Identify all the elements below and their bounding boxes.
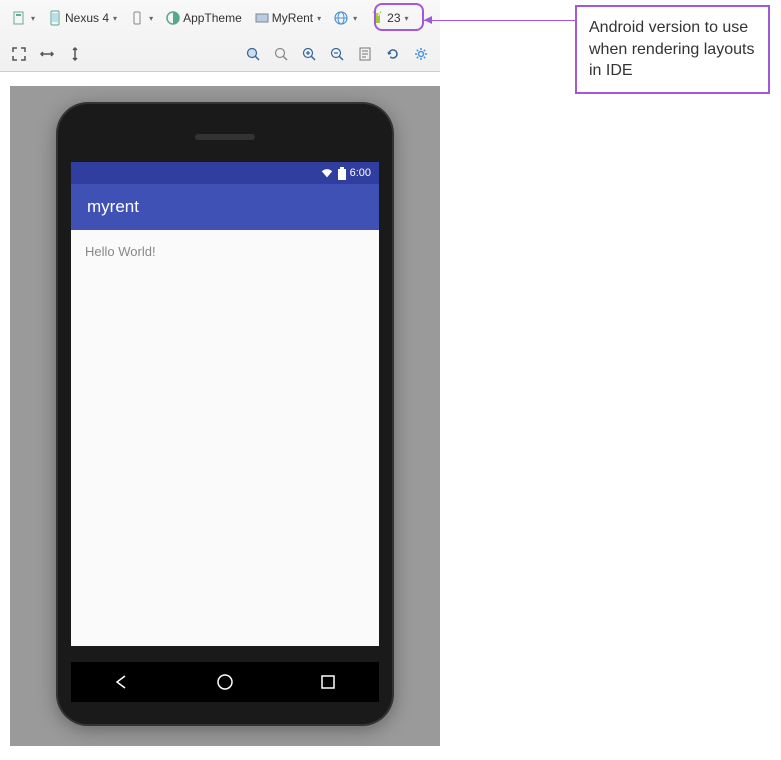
nav-back-button[interactable] <box>110 670 134 694</box>
zoom-fit-button[interactable] <box>6 41 32 67</box>
app-content-area: Hello World! <box>71 230 379 273</box>
gear-icon <box>413 46 429 62</box>
android-icon <box>369 10 385 26</box>
activity-label: MyRent <box>272 11 313 25</box>
api-version-selector[interactable]: 23 ▾ <box>364 5 413 31</box>
activity-icon <box>254 10 270 26</box>
locale-selector[interactable]: ▾ <box>328 5 362 31</box>
app-action-bar: myrent <box>71 184 379 230</box>
document-lines-icon <box>357 46 373 62</box>
phone-icon <box>47 10 63 26</box>
chevron-down-icon: ▾ <box>113 14 117 23</box>
refresh-icon <box>385 46 401 62</box>
chevron-down-icon: ▾ <box>149 14 153 23</box>
callout-text: Android version to use when rendering la… <box>589 19 754 79</box>
chevron-down-icon: ▾ <box>405 14 409 23</box>
wifi-icon <box>320 166 334 180</box>
zoom-horizontal-button[interactable] <box>34 41 60 67</box>
device-label: Nexus 4 <box>65 11 109 25</box>
toolbar-row-2 <box>0 36 440 72</box>
device-frame: 6:00 myrent Hello World! <box>58 104 392 724</box>
phone-speaker <box>195 134 255 140</box>
app-title: myrent <box>87 197 139 217</box>
refresh-button[interactable] <box>380 41 406 67</box>
zoom-reset-icon <box>273 46 289 62</box>
zoom-controls-group <box>240 41 434 67</box>
chevron-down-icon: ▾ <box>31 14 35 23</box>
device-selector[interactable]: Nexus 4 ▾ <box>42 5 122 31</box>
orientation-selector[interactable]: ▾ <box>124 5 158 31</box>
chevron-down-icon: ▾ <box>317 14 321 23</box>
theme-label: AppTheme <box>183 11 242 25</box>
callout-connector-line <box>424 20 575 21</box>
chevron-down-icon: ▾ <box>353 14 357 23</box>
annotation-callout: Android version to use when rendering la… <box>575 5 770 94</box>
toolbar-row-1: ▾ Nexus 4 ▾ ▾ AppTheme <box>0 0 440 36</box>
expand-icon <box>11 46 27 62</box>
zoom-actual-icon <box>245 46 261 62</box>
zoom-actual-button[interactable] <box>240 41 266 67</box>
arrows-horizontal-icon <box>39 46 55 62</box>
orientation-icon <box>129 10 145 26</box>
document-icon <box>11 10 27 26</box>
theme-icon <box>165 10 181 26</box>
api-label: 23 <box>387 11 400 25</box>
zoom-in-button[interactable] <box>296 41 322 67</box>
activity-selector[interactable]: MyRent ▾ <box>249 5 326 31</box>
zoom-out-button[interactable] <box>324 41 350 67</box>
callout-arrow-icon <box>424 16 432 24</box>
layout-editor-toolbar: ▾ Nexus 4 ▾ ▾ AppTheme <box>0 0 440 72</box>
android-nav-bar <box>71 662 379 702</box>
nav-recent-button[interactable] <box>316 670 340 694</box>
zoom-vertical-button[interactable] <box>62 41 88 67</box>
zoom-out-icon <box>329 46 345 62</box>
globe-icon <box>333 10 349 26</box>
hello-world-text: Hello World! <box>85 244 156 259</box>
battery-icon <box>338 167 346 180</box>
status-time: 6:00 <box>350 167 371 179</box>
design-surface-button[interactable]: ▾ <box>6 5 40 31</box>
settings-button[interactable] <box>408 41 434 67</box>
theme-selector[interactable]: AppTheme <box>160 5 247 31</box>
android-status-bar: 6:00 <box>71 162 379 184</box>
arrows-vertical-icon <box>67 46 83 62</box>
zoom-in-icon <box>301 46 317 62</box>
zoom-reset-button[interactable] <box>268 41 294 67</box>
layout-preview-area: 6:00 myrent Hello World! <box>10 86 440 746</box>
device-screen: 6:00 myrent Hello World! <box>71 162 379 646</box>
notes-button[interactable] <box>352 41 378 67</box>
nav-home-button[interactable] <box>213 670 237 694</box>
